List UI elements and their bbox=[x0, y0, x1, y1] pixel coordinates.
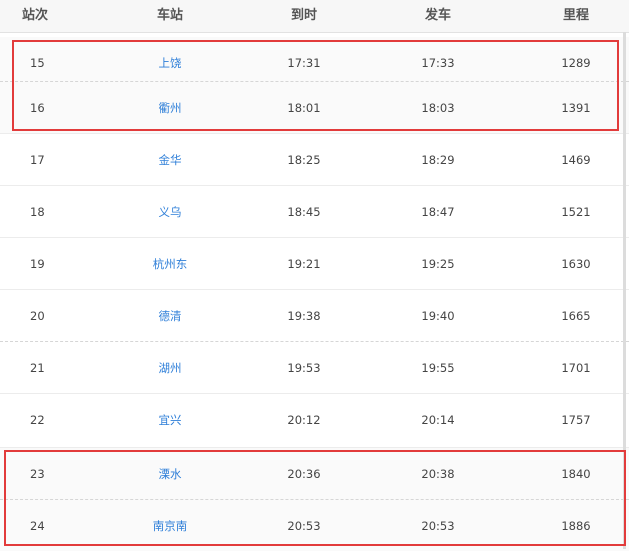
arrive-cell: 18:25 bbox=[287, 153, 321, 167]
station-cell: 杭州东 bbox=[110, 238, 230, 290]
table-row: 17 金华 18:25 18:29 1469 bbox=[0, 133, 629, 185]
column-header-station: 车站 bbox=[156, 8, 183, 23]
station-cell: 湖州 bbox=[110, 342, 230, 394]
depart-cell: 18:47 bbox=[421, 205, 455, 219]
station-link[interactable]: 德清 bbox=[159, 309, 182, 323]
seq-cell: 21 bbox=[30, 361, 45, 375]
depart-cell: 19:25 bbox=[421, 257, 455, 271]
station-link[interactable]: 上饶 bbox=[159, 56, 182, 70]
column-header-seq: 站次 bbox=[22, 8, 49, 23]
station-link[interactable]: 湖州 bbox=[159, 361, 182, 375]
arrive-cell: 19:53 bbox=[287, 361, 321, 375]
seq-cell: 17 bbox=[30, 153, 45, 167]
table-row: 19 杭州东 19:21 19:25 1630 bbox=[0, 237, 629, 289]
table-row: 20 德清 19:38 19:40 1665 bbox=[0, 289, 629, 341]
table-row: 21 湖州 19:53 19:55 1701 bbox=[0, 341, 629, 393]
distance-cell: 1521 bbox=[561, 205, 591, 219]
depart-cell: 20:38 bbox=[421, 467, 455, 481]
distance-cell: 1630 bbox=[561, 257, 591, 271]
station-cell: 南京南 bbox=[110, 500, 230, 552]
table-row: 24 南京南 20:53 20:53 1886 bbox=[0, 499, 629, 551]
table-header: 站次 车站 到时 发车 里程 bbox=[0, 0, 629, 33]
distance-cell: 1701 bbox=[561, 361, 591, 375]
column-header-depart: 发车 bbox=[424, 8, 451, 23]
distance-cell: 1665 bbox=[561, 309, 591, 323]
station-cell: 溧水 bbox=[110, 448, 230, 500]
depart-cell: 18:03 bbox=[421, 101, 455, 115]
arrive-cell: 18:01 bbox=[287, 101, 321, 115]
station-cell: 宜兴 bbox=[110, 394, 230, 446]
station-cell: 义乌 bbox=[110, 186, 230, 238]
distance-cell: 1391 bbox=[561, 101, 591, 115]
station-link[interactable]: 义乌 bbox=[159, 205, 182, 219]
arrive-cell: 20:53 bbox=[287, 519, 321, 533]
depart-cell: 18:29 bbox=[421, 153, 455, 167]
distance-cell: 1886 bbox=[561, 519, 591, 533]
timetable: 站次 车站 到时 发车 里程 15 上饶 17:31 17:33 1289 16… bbox=[0, 0, 629, 551]
station-link[interactable]: 金华 bbox=[159, 153, 182, 167]
column-header-distance: 里程 bbox=[562, 8, 589, 23]
table-row: 22 宜兴 20:12 20:14 1757 bbox=[0, 393, 629, 445]
station-link[interactable]: 宜兴 bbox=[159, 413, 182, 427]
column-header-arrive: 到时 bbox=[290, 8, 317, 23]
station-link[interactable]: 南京南 bbox=[153, 519, 188, 533]
depart-cell: 19:55 bbox=[421, 361, 455, 375]
table-row: 23 溧水 20:36 20:38 1840 bbox=[0, 447, 629, 499]
arrive-cell: 18:45 bbox=[287, 205, 321, 219]
seq-cell: 18 bbox=[30, 205, 45, 219]
arrive-cell: 20:12 bbox=[287, 413, 321, 427]
seq-cell: 23 bbox=[30, 467, 45, 481]
station-cell: 衢州 bbox=[110, 82, 230, 134]
seq-cell: 24 bbox=[30, 519, 45, 533]
seq-cell: 22 bbox=[30, 413, 45, 427]
seq-cell: 20 bbox=[30, 309, 45, 323]
distance-cell: 1840 bbox=[561, 467, 591, 481]
station-link[interactable]: 衢州 bbox=[159, 101, 182, 115]
table-row: 18 义乌 18:45 18:47 1521 bbox=[0, 185, 629, 237]
table-row: 16 衢州 18:01 18:03 1391 bbox=[0, 81, 629, 133]
distance-cell: 1757 bbox=[561, 413, 591, 427]
depart-cell: 20:14 bbox=[421, 413, 455, 427]
station-link[interactable]: 溧水 bbox=[159, 467, 182, 481]
station-cell: 德清 bbox=[110, 290, 230, 342]
distance-cell: 1469 bbox=[561, 153, 591, 167]
arrive-cell: 19:21 bbox=[287, 257, 321, 271]
arrive-cell: 19:38 bbox=[287, 309, 321, 323]
seq-cell: 19 bbox=[30, 257, 45, 271]
seq-cell: 16 bbox=[30, 101, 45, 115]
arrive-cell: 20:36 bbox=[287, 467, 321, 481]
scrollbar-track[interactable] bbox=[623, 32, 626, 549]
depart-cell: 20:53 bbox=[421, 519, 455, 533]
station-cell: 金华 bbox=[110, 134, 230, 186]
station-link[interactable]: 杭州东 bbox=[153, 257, 188, 271]
depart-cell: 19:40 bbox=[421, 309, 455, 323]
